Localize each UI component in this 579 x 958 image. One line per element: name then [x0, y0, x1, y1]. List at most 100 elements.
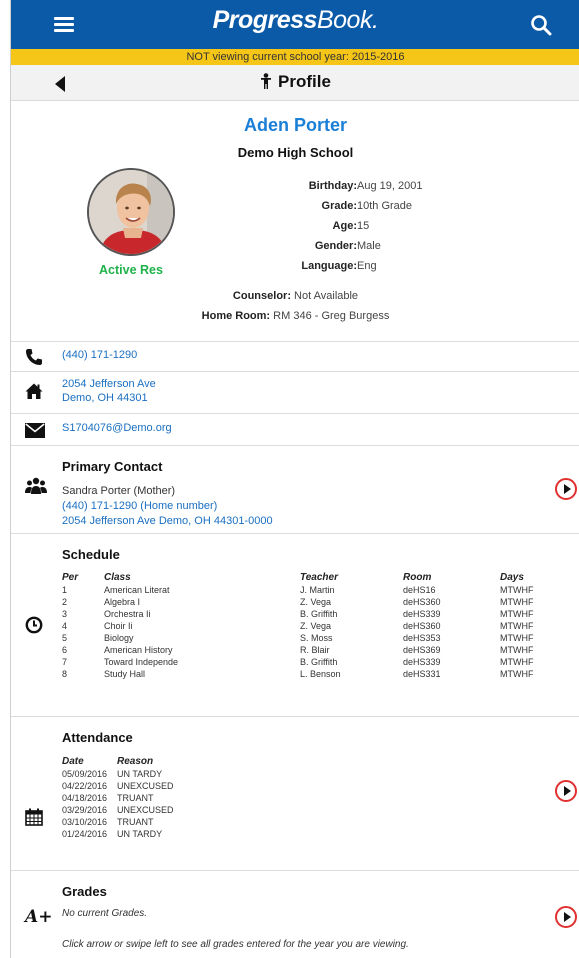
age-value: 15	[357, 220, 370, 232]
section-title: Grades	[62, 884, 107, 899]
schedule-section: Schedule Per Class Teacher Room Days 1 Am…	[11, 533, 579, 716]
grade-label: Grade:	[321, 200, 357, 212]
table-cell: UNEXCUSED	[117, 805, 174, 815]
table-cell: B. Griffith	[300, 609, 338, 619]
table-cell: MTWHF	[500, 645, 534, 655]
phone-icon	[26, 349, 42, 365]
page-title-text: Profile	[278, 72, 331, 91]
contact-address[interactable]: 2054 Jefferson Ave Demo, OH 44301-0000	[62, 515, 273, 527]
contact-phone[interactable]: (440) 171-1290 (Home number)	[62, 500, 217, 512]
table-cell: Toward Independe	[104, 657, 179, 667]
schedule-table: Per Class Teacher Room Days 1 American Li…	[62, 571, 560, 680]
table-cell: S. Moss	[300, 633, 333, 643]
table-cell: J. Martin	[300, 585, 335, 595]
table-header-row: Per Class Teacher Room Days	[62, 571, 560, 584]
table-row: 03/29/2016 UNEXCUSED	[62, 804, 237, 816]
table-cell: 2	[62, 597, 68, 607]
email-row: S1704076@Demo.org	[11, 413, 579, 445]
table-row: 4 Choir Ii Z. Vega deHS360 MTWHF	[62, 620, 560, 632]
table-cell: UN TARDY	[117, 769, 163, 779]
table-row: 8 Study Hall L. Benson deHS331 MTWHF	[62, 668, 560, 680]
table-row: 2 Algebra I Z. Vega deHS360 MTWHF	[62, 596, 560, 608]
table-cell: Z. Vega	[300, 597, 332, 607]
profile-card: Aden Porter Demo High School Active Res …	[11, 101, 579, 341]
table-cell: TRUANT	[117, 817, 154, 827]
search-icon[interactable]	[530, 14, 552, 36]
table-cell: Choir Ii	[104, 621, 133, 631]
title-bar: Profile	[11, 65, 579, 101]
table-cell: MTWHF	[500, 621, 534, 631]
app-frame: ProgressBook. NOT viewing current school…	[10, 0, 579, 958]
gender-value: Male	[357, 240, 381, 252]
table-cell: TRUANT	[117, 793, 154, 803]
table-cell: American History	[104, 645, 173, 655]
homeroom-row: Home Room: RM 346 - Greg Burgess	[11, 310, 579, 322]
table-cell: MTWHF	[500, 657, 534, 667]
table-cell: 03/10/2016	[62, 817, 108, 827]
table-row: 05/09/2016 UN TARDY	[62, 768, 237, 780]
table-cell: 6	[62, 645, 68, 655]
table-row: 5 Biology S. Moss deHS353 MTWHF	[62, 632, 560, 644]
table-cell: 4	[62, 621, 68, 631]
no-grades-text: No current Grades.	[62, 908, 148, 919]
year-notice: NOT viewing current school year: 2015-20…	[11, 49, 579, 65]
phone-link[interactable]: (440) 171-1290	[62, 349, 137, 361]
table-cell: 04/18/2016	[62, 793, 108, 803]
address-row: 2054 Jefferson Ave Demo, OH 44301	[11, 371, 579, 413]
column-header: Room	[403, 572, 432, 583]
column-header: Teacher	[300, 572, 338, 583]
attendance-section: Attendance Date Reason 05/09/2016 UN TARD…	[11, 716, 579, 870]
clock-icon	[25, 616, 43, 634]
phone-row: (440) 171-1290	[11, 341, 579, 371]
gender-label: Gender:	[314, 240, 357, 252]
column-header: Class	[104, 572, 131, 583]
table-cell: UNEXCUSED	[117, 781, 174, 791]
grades-hint: Click arrow or swipe left to see all gra…	[62, 939, 409, 950]
primary-contact-arrow-button[interactable]	[555, 478, 577, 500]
table-cell: 05/09/2016	[62, 769, 108, 779]
table-cell: Biology	[104, 633, 134, 643]
counselor-row: Counselor: Not Available	[11, 290, 579, 302]
table-cell: UN TARDY	[117, 829, 163, 839]
page-title: Profile	[11, 72, 579, 92]
section-title: Attendance	[62, 730, 133, 745]
table-cell: MTWHF	[500, 585, 534, 595]
calendar-icon	[25, 808, 43, 826]
language-value: Eng	[357, 260, 377, 272]
table-cell: American Literat	[104, 585, 170, 595]
grade-value: 10th Grade	[357, 200, 413, 212]
table-row: 01/24/2016 UN TARDY	[62, 828, 237, 840]
table-row: 7 Toward Independe B. Griffith deHS339 MTWHF	[62, 656, 560, 668]
birthday-label: Birthday:	[308, 180, 357, 192]
table-cell: Algebra I	[104, 597, 141, 607]
table-cell: 5	[62, 633, 68, 643]
email-link[interactable]: S1704076@Demo.org	[62, 422, 172, 434]
grades-arrow-button[interactable]	[555, 906, 577, 928]
person-icon	[261, 73, 272, 89]
column-header: Date	[62, 756, 84, 767]
language-label: Language:	[301, 260, 357, 272]
counselor-value: Not Available	[294, 290, 359, 302]
table-cell: 03/29/2016	[62, 805, 108, 815]
table-cell: MTWHF	[500, 597, 534, 607]
table-cell: 3	[62, 609, 68, 619]
birthday-value: Aug 19, 2001	[357, 180, 423, 192]
column-header: Days	[500, 572, 524, 583]
table-header-row: Date Reason	[62, 755, 237, 768]
attendance-arrow-button[interactable]	[555, 780, 577, 802]
grades-section: Grades A+ No current Grades. Click arrow…	[11, 870, 579, 958]
address-line2[interactable]: Demo, OH 44301	[62, 392, 148, 404]
table-cell: deHS360	[403, 597, 441, 607]
table-cell: 04/22/2016	[62, 781, 108, 791]
top-bar: ProgressBook.	[11, 0, 579, 49]
table-cell: 7	[62, 657, 68, 667]
people-icon	[25, 477, 47, 494]
table-cell: MTWHF	[500, 633, 534, 643]
envelope-icon	[25, 423, 45, 438]
address-line1[interactable]: 2054 Jefferson Ave	[62, 378, 156, 390]
column-header: Reason	[117, 756, 154, 767]
table-cell: B. Griffith	[300, 657, 338, 667]
column-header: Per	[62, 572, 79, 583]
table-row: 04/22/2016 UNEXCUSED	[62, 780, 237, 792]
contact-name: Sandra Porter (Mother)	[62, 485, 176, 497]
